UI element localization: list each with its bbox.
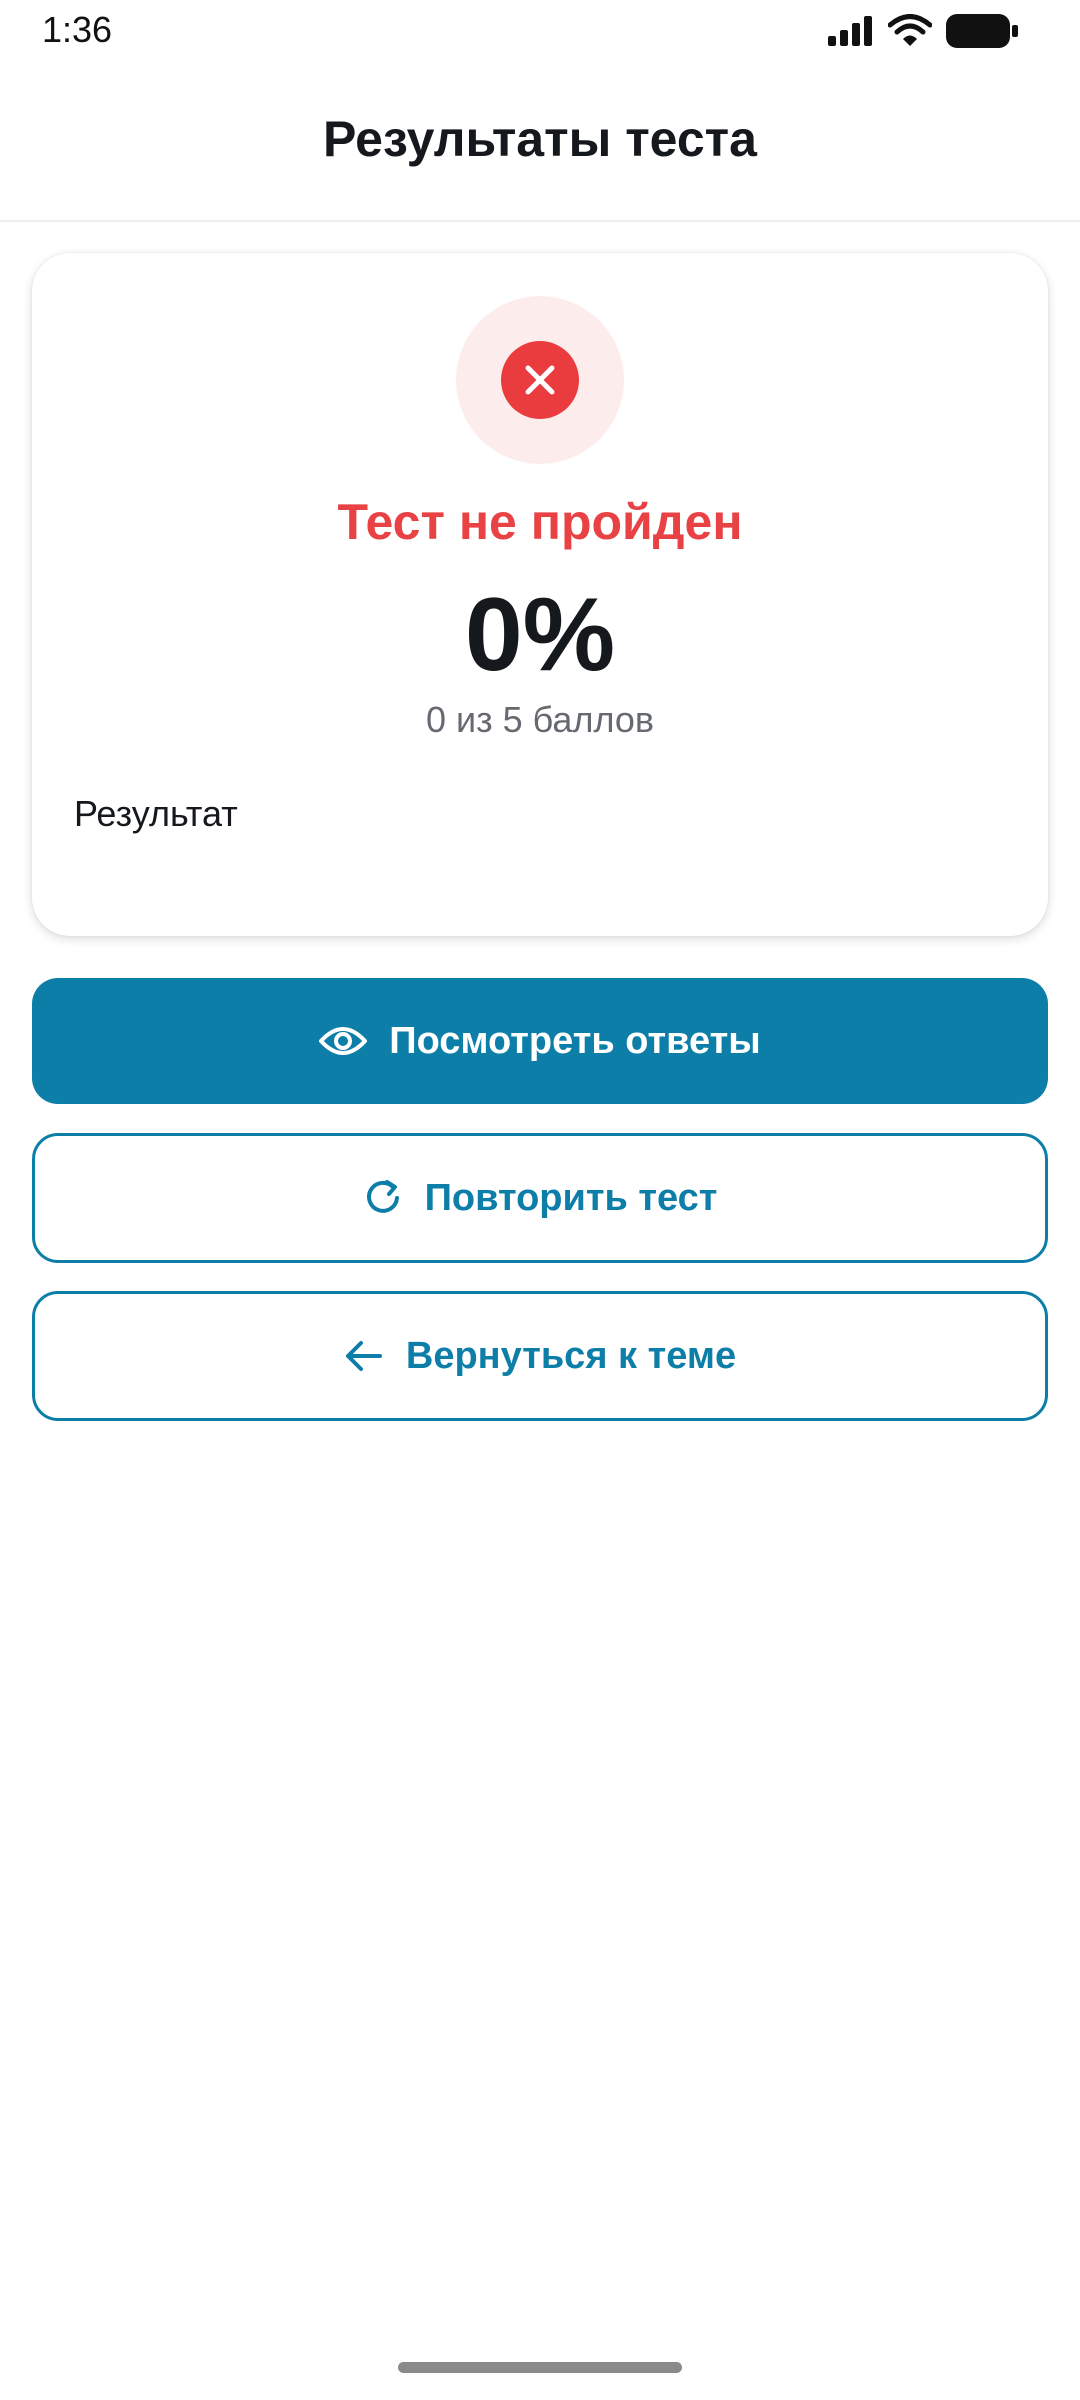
retry-test-button[interactable]: Повторить тест — [32, 1133, 1048, 1263]
battery-icon — [946, 14, 1018, 48]
status-bar: 1:36 — [0, 0, 1080, 62]
screen: 1:36 Результаты теста Тест не пройден 0%… — [0, 0, 1080, 2400]
home-indicator[interactable] — [398, 2362, 682, 2373]
signal-icon — [826, 15, 874, 47]
result-percent: 0% — [464, 577, 616, 693]
wifi-icon — [888, 14, 932, 48]
eye-icon — [319, 1024, 368, 1058]
close-icon — [501, 341, 579, 419]
app-header: Результаты теста — [0, 62, 1080, 222]
view-answers-button[interactable]: Посмотреть ответы — [32, 978, 1048, 1104]
back-to-topic-button[interactable]: Вернуться к теме — [32, 1291, 1048, 1421]
result-label: Результат — [74, 793, 238, 834]
status-icons — [826, 14, 1018, 48]
fail-badge — [456, 296, 624, 464]
page-title: Результаты теста — [323, 111, 757, 167]
back-to-topic-label: Вернуться к теме — [405, 1334, 737, 1377]
status-time: 1:36 — [42, 9, 113, 50]
arrow-left-icon — [344, 1338, 384, 1374]
result-status: Тест не пройден — [337, 494, 743, 550]
result-card: Тест не пройден 0% 0 из 5 баллов Результ… — [32, 253, 1048, 936]
view-answers-label: Посмотреть ответы — [389, 1019, 761, 1062]
retry-test-label: Повторить тест — [424, 1176, 718, 1219]
result-points: 0 из 5 баллов — [425, 699, 655, 740]
refresh-icon — [363, 1178, 403, 1218]
